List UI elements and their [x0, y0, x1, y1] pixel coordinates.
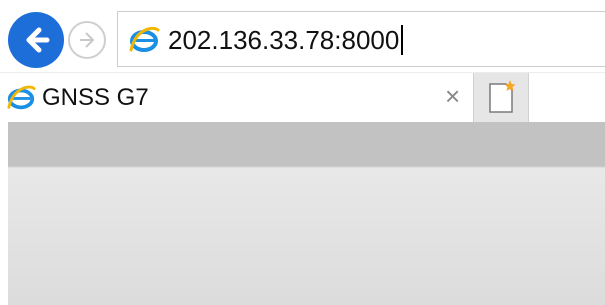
forward-button[interactable]	[68, 21, 106, 59]
tab-gnss-g7[interactable]: GNSS G7 ×	[0, 73, 472, 123]
tab-title: GNSS G7	[42, 84, 149, 111]
text-caret	[401, 25, 404, 55]
forward-arrow-icon	[80, 32, 94, 48]
back-arrow-icon	[26, 27, 50, 53]
new-tab-icon	[489, 80, 516, 113]
internet-explorer-icon	[7, 85, 36, 110]
address-url[interactable]: 202.136.33.78:8000	[168, 24, 404, 56]
new-tab-button[interactable]	[473, 73, 529, 123]
address-bar[interactable]: 202.136.33.78:8000	[117, 11, 605, 67]
close-tab-icon[interactable]: ×	[445, 81, 460, 111]
page-content-area	[8, 122, 605, 305]
internet-explorer-icon	[129, 26, 160, 52]
tab-strip: GNSS G7 ×	[0, 72, 605, 123]
back-button[interactable]	[8, 12, 64, 68]
navigation-bar: 202.136.33.78:8000	[0, 0, 605, 72]
